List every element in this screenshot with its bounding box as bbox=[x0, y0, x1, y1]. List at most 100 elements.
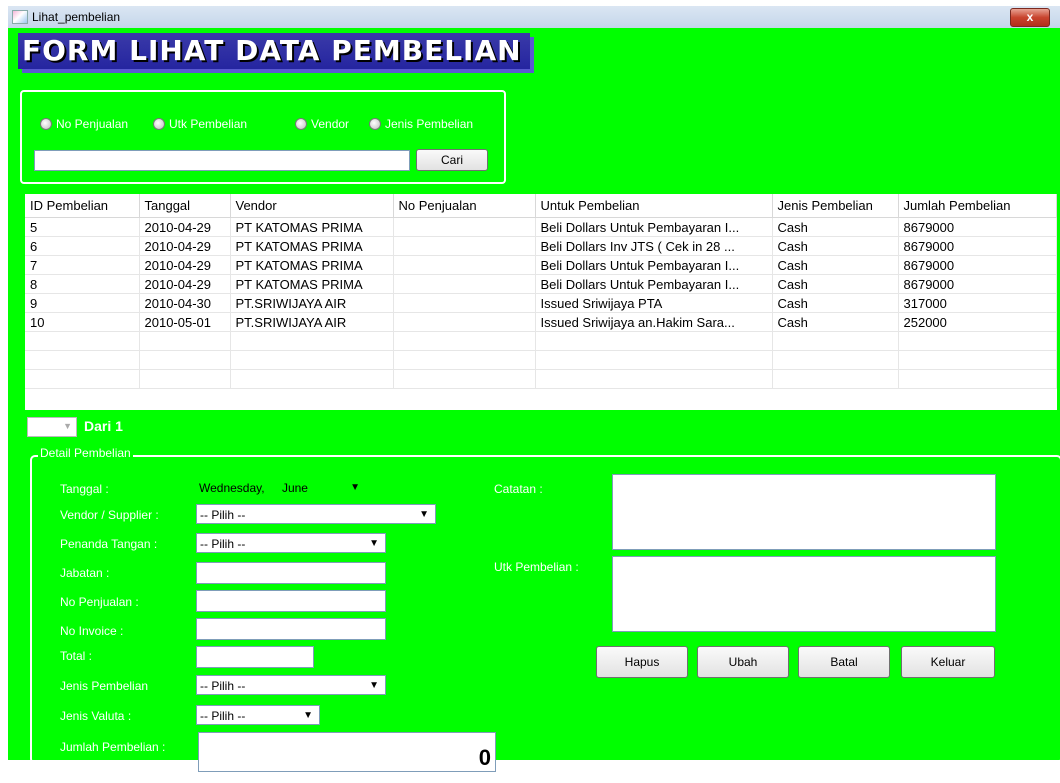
batal-button[interactable]: Batal bbox=[798, 646, 890, 678]
jenis-valuta-value: -- Pilih -- bbox=[200, 709, 246, 723]
label-jumlah-pembelian: Jumlah Pembelian : bbox=[60, 740, 166, 754]
label-total: Total : bbox=[60, 649, 93, 663]
radio-label: Utk Pembelian bbox=[169, 117, 248, 131]
ubah-button[interactable]: Ubah bbox=[697, 646, 789, 678]
radio-icon bbox=[40, 118, 52, 130]
jumlah-pembelian-field[interactable]: 0 bbox=[198, 732, 496, 772]
jenis-valuta-select[interactable]: -- Pilih -- ▼ bbox=[196, 705, 320, 725]
column-header[interactable]: ID Pembelian bbox=[25, 194, 140, 218]
cell: 5 bbox=[25, 217, 140, 237]
cell: 8679000 bbox=[898, 236, 1057, 256]
table-row[interactable]: 5 2010-04-29 PT KATOMAS PRIMA Beli Dollars … bbox=[25, 217, 1057, 237]
radio-no-penjualan[interactable]: No Penjualan bbox=[40, 117, 128, 131]
no-penjualan-field[interactable] bbox=[196, 590, 386, 612]
app-icon bbox=[12, 10, 28, 24]
utk-pembelian-textarea[interactable] bbox=[612, 556, 996, 632]
window-title: Lihat_pembelian bbox=[32, 10, 121, 24]
cell: PT KATOMAS PRIMA bbox=[230, 274, 394, 294]
penanda-select[interactable]: -- Pilih -- ▼ bbox=[196, 533, 386, 553]
label-catatan: Catatan : bbox=[494, 482, 543, 496]
cell bbox=[393, 293, 536, 313]
date-picker[interactable]: Wednesday, June ▼ bbox=[196, 478, 366, 498]
cell: 252000 bbox=[898, 312, 1057, 332]
cell: Cash bbox=[772, 236, 899, 256]
jenis-pembelian-select[interactable]: -- Pilih -- ▼ bbox=[196, 675, 386, 695]
label-vendor: Vendor / Supplier : bbox=[60, 508, 159, 522]
jabatan-field[interactable] bbox=[196, 562, 386, 584]
cell: PT KATOMAS PRIMA bbox=[230, 236, 394, 256]
catatan-textarea[interactable] bbox=[612, 474, 996, 550]
column-header[interactable]: Jumlah Pembelian bbox=[898, 194, 1057, 218]
page-select[interactable]: ▼ bbox=[27, 417, 77, 437]
cell bbox=[393, 217, 536, 237]
cell: 8679000 bbox=[898, 255, 1057, 275]
cell: Beli Dollars Untuk Pembayaran I... bbox=[535, 255, 773, 275]
hapus-button[interactable]: Hapus bbox=[596, 646, 688, 678]
label-utk-pembelian: Utk Pembelian : bbox=[494, 560, 579, 574]
vendor-select-value: -- Pilih -- bbox=[200, 508, 246, 522]
search-input[interactable] bbox=[34, 150, 410, 171]
cell bbox=[393, 236, 536, 256]
cell: 2010-05-01 bbox=[139, 312, 231, 332]
empty-row bbox=[25, 331, 1057, 351]
cell: 8 bbox=[25, 274, 140, 294]
search-button[interactable]: Cari bbox=[416, 149, 488, 171]
title-bar: Lihat_pembelian x bbox=[8, 6, 1060, 28]
radio-icon bbox=[295, 118, 307, 130]
cell: PT.SRIWIJAYA AIR bbox=[230, 293, 394, 313]
cell: Cash bbox=[772, 274, 899, 294]
cell: 8679000 bbox=[898, 274, 1057, 294]
radio-icon bbox=[369, 118, 381, 130]
jenis-pembelian-value: -- Pilih -- bbox=[200, 679, 246, 693]
radio-label: Jenis Pembelian bbox=[385, 117, 474, 131]
keluar-button[interactable]: Keluar bbox=[901, 646, 995, 678]
total-field[interactable] bbox=[196, 646, 314, 668]
column-header[interactable]: No Penjualan bbox=[393, 194, 536, 218]
chevron-down-icon: ▼ bbox=[369, 538, 379, 549]
cell: Beli Dollars Inv JTS ( Cek in 28 ... bbox=[535, 236, 773, 256]
label-no-invoice: No Invoice : bbox=[60, 624, 124, 638]
cell: Cash bbox=[772, 293, 899, 313]
table-row[interactable]: 8 2010-04-29 PT KATOMAS PRIMA Beli Dollars … bbox=[25, 274, 1057, 294]
cell: Cash bbox=[772, 312, 899, 332]
table-row[interactable]: 9 2010-04-30 PT.SRIWIJAYA AIR Issued Sriwij… bbox=[25, 293, 1057, 313]
date-month: June bbox=[281, 481, 308, 495]
column-header[interactable]: Tanggal bbox=[139, 194, 231, 218]
penanda-select-value: -- Pilih -- bbox=[200, 537, 246, 551]
cell: Issued Sriwijaya an.Hakim Sara... bbox=[535, 312, 773, 332]
cell: 317000 bbox=[898, 293, 1057, 313]
cell: 2010-04-29 bbox=[139, 217, 231, 237]
page-title: FORM LIHAT DATA PEMBELIAN bbox=[18, 33, 530, 69]
chevron-down-icon: ▼ bbox=[350, 482, 360, 493]
cell bbox=[393, 255, 536, 275]
cell: PT.SRIWIJAYA AIR bbox=[230, 312, 394, 332]
label-jenis-pembelian: Jenis Pembelian bbox=[60, 679, 149, 693]
no-invoice-field[interactable] bbox=[196, 618, 386, 640]
cell: Beli Dollars Untuk Pembayaran I... bbox=[535, 217, 773, 237]
table-row[interactable]: 7 2010-04-29 PT KATOMAS PRIMA Beli Dollars … bbox=[25, 255, 1057, 275]
label-tanggal: Tanggal : bbox=[60, 482, 109, 496]
radio-icon bbox=[153, 118, 165, 130]
empty-row bbox=[25, 350, 1057, 370]
cell: PT KATOMAS PRIMA bbox=[230, 255, 394, 275]
close-button[interactable]: x bbox=[1010, 8, 1050, 27]
column-header[interactable]: Untuk Pembelian bbox=[535, 194, 773, 218]
radio-jenis-pembelian[interactable]: Jenis Pembelian bbox=[369, 117, 473, 131]
column-header[interactable]: Vendor bbox=[230, 194, 394, 218]
cell: Cash bbox=[772, 217, 899, 237]
table-row[interactable]: 6 2010-04-29 PT KATOMAS PRIMA Beli Dollars … bbox=[25, 236, 1057, 256]
vendor-select[interactable]: -- Pilih -- ▼ bbox=[196, 504, 436, 524]
chevron-down-icon: ▼ bbox=[63, 421, 72, 431]
cell: Issued Sriwijaya PTA bbox=[535, 293, 773, 313]
label-jenis-valuta: Jenis Valuta : bbox=[60, 709, 132, 723]
cell bbox=[393, 312, 536, 332]
radio-vendor[interactable]: Vendor bbox=[295, 117, 349, 131]
radio-label: Vendor bbox=[311, 117, 350, 131]
column-header[interactable]: Jenis Pembelian bbox=[772, 194, 899, 218]
radio-utk-pembelian[interactable]: Utk Pembelian bbox=[153, 117, 247, 131]
table-row[interactable]: 10 2010-05-01 PT.SRIWIJAYA AIR Issued Sriwi… bbox=[25, 312, 1057, 332]
date-day: Wednesday, bbox=[199, 481, 265, 495]
cell: 6 bbox=[25, 236, 140, 256]
chevron-down-icon: ▼ bbox=[419, 509, 429, 520]
cell bbox=[393, 274, 536, 294]
